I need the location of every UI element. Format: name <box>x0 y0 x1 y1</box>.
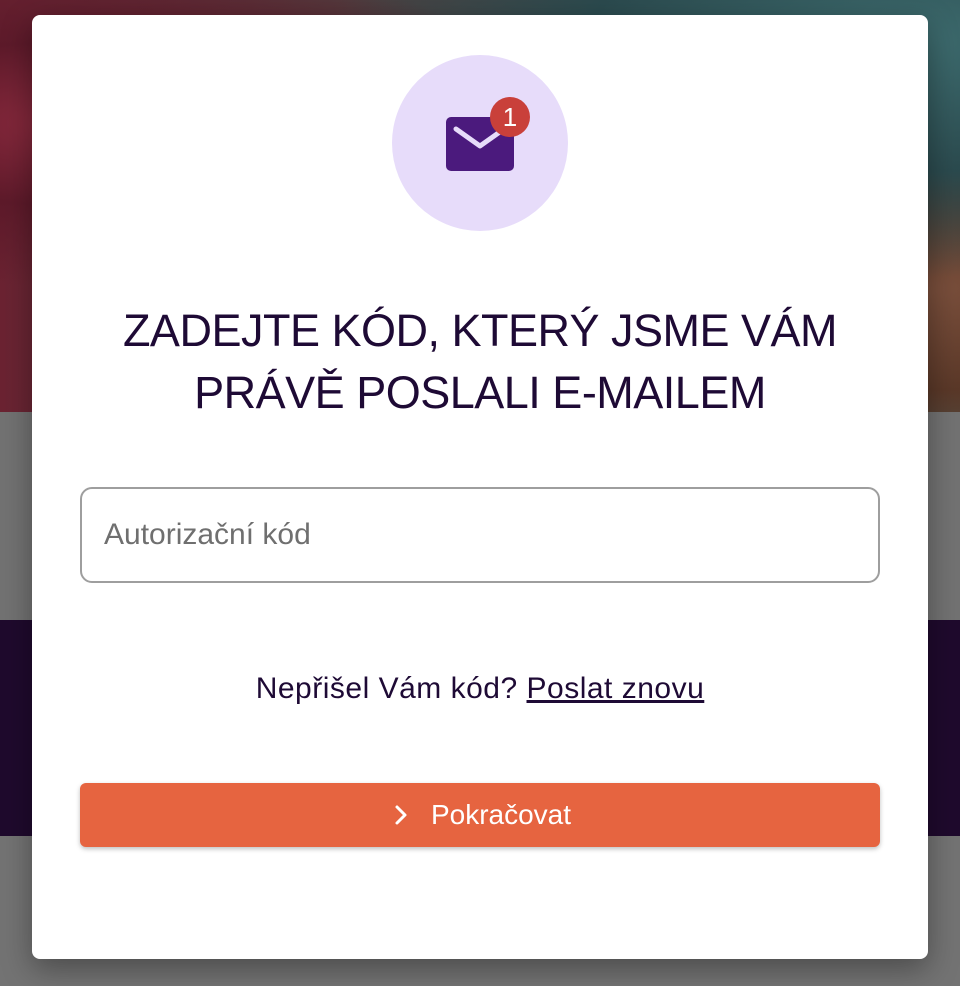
verification-code-dialog: 1 ZADEJTE KÓD, KTERÝ JSME VÁM PRÁVĚ POSL… <box>32 15 928 959</box>
auth-code-input[interactable] <box>104 489 854 581</box>
continue-button-label: Pokračovat <box>430 799 572 830</box>
chevron-right-icon <box>395 805 407 825</box>
resend-prompt: Nepřišel Vám kód? Poslat znovu <box>72 672 888 706</box>
auth-code-field[interactable] <box>80 487 880 583</box>
notification-badge: 1 <box>490 97 530 137</box>
resend-text: Nepřišel Vám kód? <box>255 672 518 705</box>
mail-icon-container: 1 <box>392 55 568 231</box>
continue-button[interactable]: Pokračovat <box>80 783 880 847</box>
dialog-title: ZADEJTE KÓD, KTERÝ JSME VÁM PRÁVĚ POSLAL… <box>122 305 838 418</box>
resend-link[interactable]: Poslat znovu <box>527 672 705 705</box>
